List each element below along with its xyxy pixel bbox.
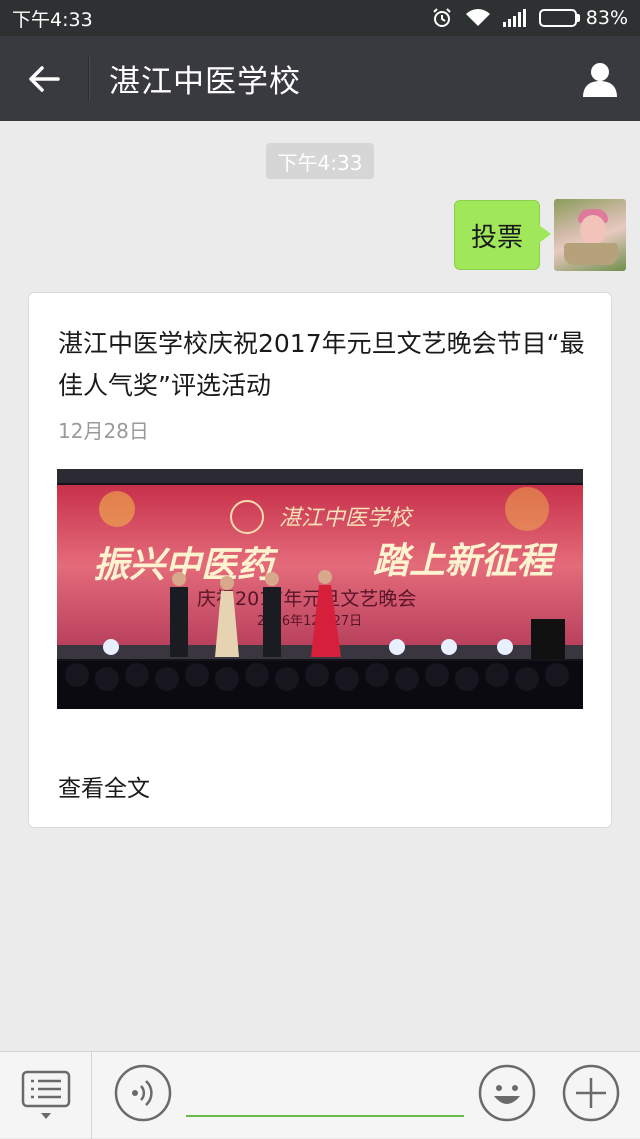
banner-school-name: 湛江中医学校 (279, 506, 414, 531)
banner-slogan-right: 踏上新征程 (373, 540, 558, 582)
title-bar: 湛江中医学校 (0, 36, 640, 121)
status-time: 下午4:33 (12, 8, 93, 31)
voice-icon (114, 1064, 172, 1122)
menu-toggle-button[interactable] (0, 1051, 92, 1139)
avatar[interactable] (554, 199, 626, 271)
banner-slogan-left: 振兴中医药 (93, 544, 279, 586)
page-title: 湛江中医学校 (109, 64, 301, 100)
wifi-icon (465, 8, 491, 28)
person-icon (583, 62, 617, 97)
plus-icon (562, 1064, 620, 1122)
battery-icon: 83% (538, 7, 628, 29)
read-more-link[interactable]: 查看全文 (58, 769, 150, 803)
battery-percent: 83% (585, 7, 628, 29)
message-timestamp: 下午4:33 (266, 143, 374, 179)
back-arrow-icon (29, 65, 60, 92)
chat-area[interactable]: 下午4:33 投票 湛江中医学校庆祝2017年元旦文艺晚会节目“最佳人气奖”评选… (0, 121, 640, 1051)
list-menu-icon (21, 1070, 70, 1119)
profile-button[interactable] (560, 36, 640, 121)
alarm-icon (431, 7, 453, 29)
article-date: 12月28日 (58, 419, 149, 443)
emoji-button[interactable] (478, 1064, 536, 1126)
message-text-input[interactable] (186, 1073, 464, 1117)
article-cover-image[interactable]: 湛江中医学校 振兴中医药 踏上新征程 庆祝2017年元旦文艺晚会 2016年12… (57, 469, 583, 709)
emoji-icon (478, 1064, 536, 1122)
article-title: 湛江中医学校庆祝2017年元旦文艺晚会节目“最佳人气奖”评选活动 (58, 329, 585, 400)
signal-icon (502, 9, 527, 27)
status-bar: 下午4:33 83% (0, 0, 640, 36)
article-card[interactable]: 湛江中医学校庆祝2017年元旦文艺晚会节目“最佳人气奖”评选活动 12月28日 … (28, 292, 612, 828)
sent-message-bubble[interactable]: 投票 (454, 200, 551, 270)
input-bar (0, 1051, 640, 1139)
voice-input-button[interactable] (114, 1064, 172, 1126)
back-button[interactable] (0, 36, 88, 121)
more-options-button[interactable] (562, 1064, 620, 1126)
